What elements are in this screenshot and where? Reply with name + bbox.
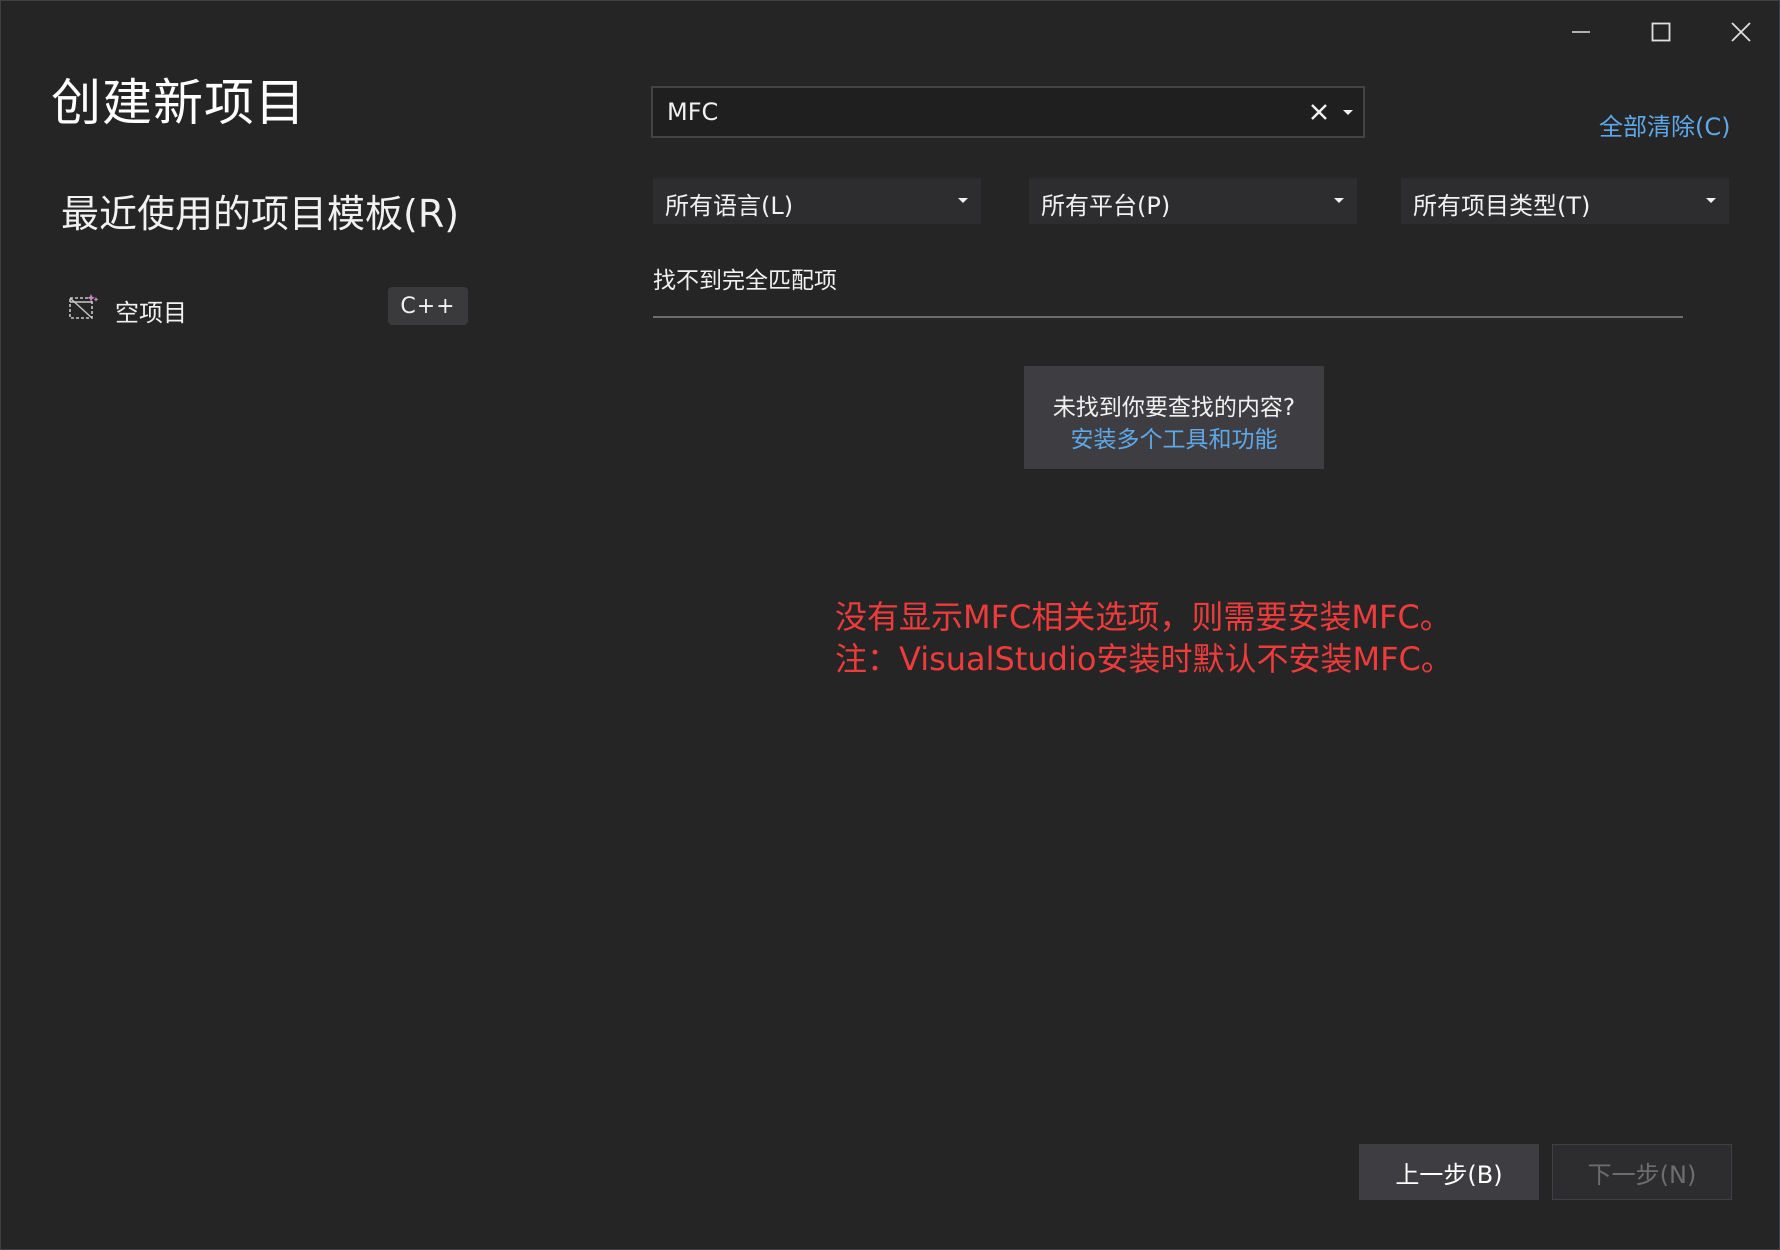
help-question: 未找到你要查找的内容? <box>1052 395 1296 421</box>
no-match-message: 找不到完全匹配项 <box>653 268 837 294</box>
chevron-down-icon <box>958 198 968 203</box>
help-panel: 未找到你要查找的内容? 安装多个工具和功能 <box>1024 366 1324 469</box>
annotation-note: 没有显示MFC相关选项，则需要安装MFC。 注：VisualStudio安装时默… <box>835 596 1453 680</box>
template-name: 空项目 <box>115 299 187 327</box>
chevron-down-icon <box>1706 198 1716 203</box>
next-button[interactable]: 下一步(N) <box>1552 1144 1732 1200</box>
project-type-filter-label: 所有项目类型(T) <box>1413 192 1591 220</box>
project-type-filter-dropdown[interactable]: 所有项目类型(T) <box>1401 178 1729 224</box>
back-button[interactable]: 上一步(B) <box>1359 1144 1539 1200</box>
minimize-button[interactable] <box>1549 9 1613 55</box>
language-filter-dropdown[interactable]: 所有语言(L) <box>653 178 981 224</box>
language-filter-label: 所有语言(L) <box>665 192 794 220</box>
recent-template-item[interactable]: 空项目 C++ <box>61 285 471 331</box>
maximize-icon <box>1651 22 1671 42</box>
empty-project-icon <box>69 294 99 319</box>
create-project-window: 创建新项目 最近使用的项目模板(R) 空项目 C++ 全部清除(C) 所有语言(… <box>0 0 1780 1250</box>
page-title: 创建新项目 <box>51 74 306 132</box>
recent-templates-heading: 最近使用的项目模板(R) <box>61 192 460 236</box>
platform-filter-label: 所有平台(P) <box>1041 192 1171 220</box>
minimize-icon <box>1572 31 1590 33</box>
clear-search-icon[interactable] <box>1307 100 1331 124</box>
chevron-down-icon <box>1334 198 1344 203</box>
install-tools-link[interactable]: 安装多个工具和功能 <box>1024 420 1324 454</box>
annotation-line-2: 注：VisualStudio安装时默认不安装MFC。 <box>835 640 1453 678</box>
search-history-dropdown-icon[interactable] <box>1337 102 1359 122</box>
annotation-line-1: 没有显示MFC相关选项，则需要安装MFC。 <box>835 598 1452 636</box>
search-input[interactable] <box>667 88 1227 136</box>
clear-all-link[interactable]: 全部清除(C) <box>1599 107 1730 142</box>
platform-filter-dropdown[interactable]: 所有平台(P) <box>1029 178 1357 224</box>
results-divider <box>653 316 1683 318</box>
language-tag: C++ <box>388 287 468 325</box>
search-box <box>651 86 1365 138</box>
close-button[interactable] <box>1709 9 1773 55</box>
close-icon <box>1731 22 1751 42</box>
maximize-button[interactable] <box>1629 9 1693 55</box>
